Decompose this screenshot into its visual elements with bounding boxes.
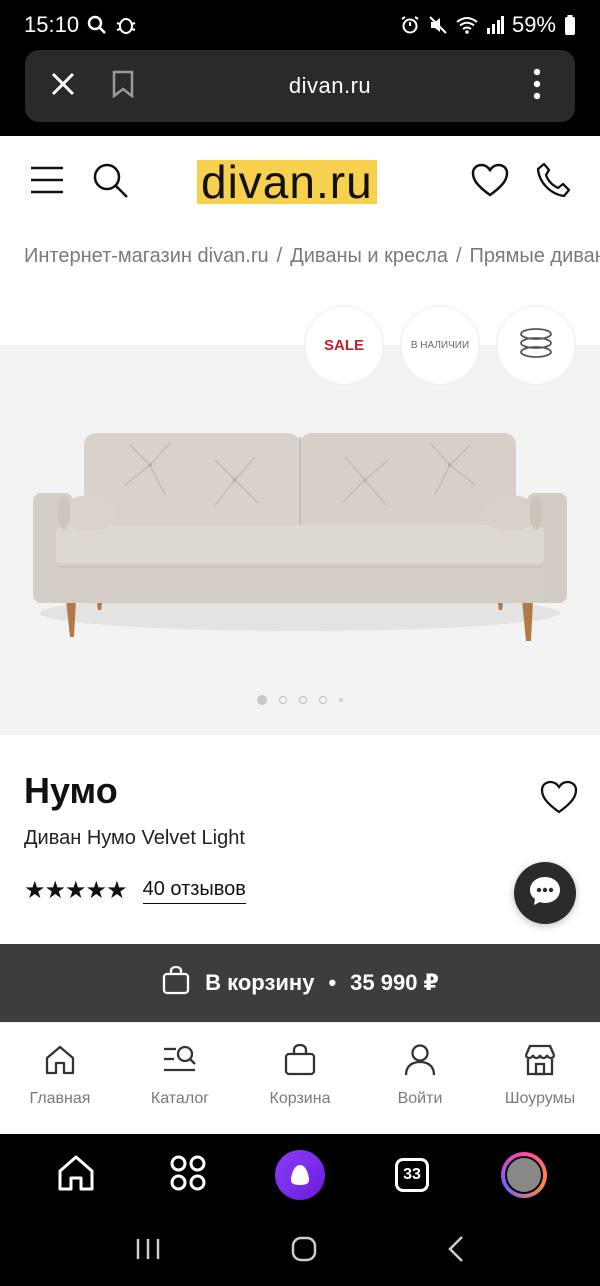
- phone-icon: [536, 162, 571, 203]
- product-price: 35 990 ₽: [350, 970, 439, 995]
- gallery-dot[interactable]: [319, 696, 327, 704]
- browser-services-button[interactable]: [158, 1145, 218, 1205]
- breadcrumb-item[interactable]: Интернет-магазин divan.ru: [24, 245, 269, 267]
- browser-toolbar: divan.ru: [0, 50, 600, 136]
- alarm-icon: [400, 15, 420, 35]
- nav-item-catalog[interactable]: Каталог: [120, 1023, 240, 1134]
- nav-label: Корзина: [269, 1090, 331, 1107]
- breadcrumb-separator: /: [455, 245, 462, 267]
- layers-icon: [518, 327, 554, 364]
- search-icon: [91, 161, 129, 204]
- nav-item-home[interactable]: Главная: [0, 1023, 120, 1134]
- product-gallery[interactable]: [0, 345, 600, 735]
- add-to-favorites-button[interactable]: [538, 778, 580, 820]
- product-title: Нумо: [24, 770, 118, 811]
- close-icon: [50, 71, 76, 102]
- separator-dot: •: [328, 970, 337, 995]
- heart-icon: [540, 780, 578, 819]
- gallery-pagination: [0, 695, 600, 705]
- sofa-image: [33, 433, 567, 641]
- chat-icon: [528, 875, 562, 912]
- menu-button[interactable]: [25, 160, 69, 204]
- home-icon: [43, 1043, 77, 1082]
- favorites-button[interactable]: [468, 160, 512, 204]
- mute-icon: [428, 15, 448, 35]
- status-bar: 15:10 59%: [0, 0, 600, 50]
- store-icon: [522, 1043, 558, 1082]
- nav-item-showrooms[interactable]: Шоурумы: [480, 1023, 600, 1134]
- in-stock-badge-label: В НАЛИЧИИ: [410, 339, 470, 351]
- gallery-dot[interactable]: [279, 696, 287, 704]
- chat-button[interactable]: [514, 862, 576, 924]
- tabs-button[interactable]: 33: [382, 1145, 442, 1205]
- product-subtitle: Диван Нумо Velvet Light: [24, 827, 245, 849]
- nav-item-login[interactable]: Войти: [360, 1023, 480, 1134]
- sale-badge-label: SALE: [323, 336, 364, 354]
- catalog-icon: [162, 1043, 198, 1082]
- bag-icon: [161, 965, 191, 1001]
- wifi-icon: [456, 16, 478, 34]
- more-vertical-icon: [533, 68, 541, 105]
- site-logo[interactable]: divan.ru: [197, 159, 377, 205]
- product-rating: ★★★★★ 40 отзывов: [24, 876, 246, 905]
- reviews-link[interactable]: 40 отзывов: [142, 878, 246, 904]
- status-time: 15:10: [24, 12, 80, 37]
- sale-badge: SALE: [305, 306, 383, 384]
- product-badges: SALE В НАЛИЧИИ: [0, 306, 600, 386]
- user-icon: [403, 1043, 437, 1082]
- site-header: divan.ru: [0, 136, 600, 226]
- tabs-count: 33: [395, 1158, 429, 1192]
- nav-label: Каталог: [150, 1090, 210, 1107]
- battery-icon: [564, 15, 576, 35]
- nav-label: Войти: [397, 1090, 443, 1107]
- grid-icon: [170, 1155, 206, 1196]
- url-text[interactable]: divan.ru: [153, 73, 507, 99]
- signal-icon: [486, 16, 504, 34]
- home-icon: [56, 1153, 96, 1198]
- breadcrumb-item[interactable]: Диваны и кресла: [290, 245, 448, 267]
- alice-assistant-button[interactable]: [270, 1145, 330, 1205]
- nav-label: Шоурумы: [504, 1090, 576, 1107]
- search-icon: [87, 15, 107, 35]
- bag-icon: [283, 1043, 317, 1082]
- recent-apps-button[interactable]: [134, 1237, 162, 1266]
- hamburger-icon: [30, 166, 64, 199]
- site-search-button[interactable]: [88, 160, 132, 204]
- alice-icon: [275, 1150, 325, 1200]
- address-bar: divan.ru: [25, 50, 575, 122]
- gallery-dot-active[interactable]: [257, 695, 267, 705]
- back-button[interactable]: [446, 1235, 466, 1268]
- site-bottom-nav: Главная Каталог Корзина Войти Шоурумы: [0, 1022, 600, 1134]
- add-to-cart-button[interactable]: В корзину • 35 990 ₽: [0, 944, 600, 1022]
- rating-stars: ★★★★★: [24, 877, 128, 904]
- gallery-dot[interactable]: [299, 696, 307, 704]
- avatar: [501, 1152, 547, 1198]
- browser-bottom-bar: 33: [0, 1134, 600, 1216]
- browser-menu-button[interactable]: [507, 50, 567, 122]
- bookmark-icon: [111, 70, 135, 103]
- breadcrumb-separator: /: [276, 245, 283, 267]
- breadcrumb: Интернет-магазин divan.ru / Диваны и кресл…: [24, 240, 600, 272]
- browser-home-button[interactable]: [46, 1145, 106, 1205]
- gallery-dot[interactable]: [339, 698, 343, 702]
- heart-icon: [471, 163, 509, 202]
- in-stock-badge: В НАЛИЧИИ: [401, 306, 479, 384]
- profile-button[interactable]: [494, 1145, 554, 1205]
- add-to-cart-label: В корзину: [205, 970, 315, 995]
- bookmark-button[interactable]: [93, 50, 153, 122]
- android-nav-bar: [0, 1216, 600, 1286]
- phone-button[interactable]: [531, 160, 575, 204]
- layers-badge[interactable]: [497, 306, 575, 384]
- battery-level: 59%: [511, 12, 556, 37]
- breadcrumb-item[interactable]: Прямые диваны: [470, 245, 600, 267]
- nav-label: Главная: [29, 1090, 91, 1107]
- bug-icon: [115, 15, 137, 35]
- close-tab-button[interactable]: [33, 50, 93, 122]
- nav-item-cart[interactable]: Корзина: [240, 1023, 360, 1134]
- android-home-button[interactable]: [290, 1235, 318, 1268]
